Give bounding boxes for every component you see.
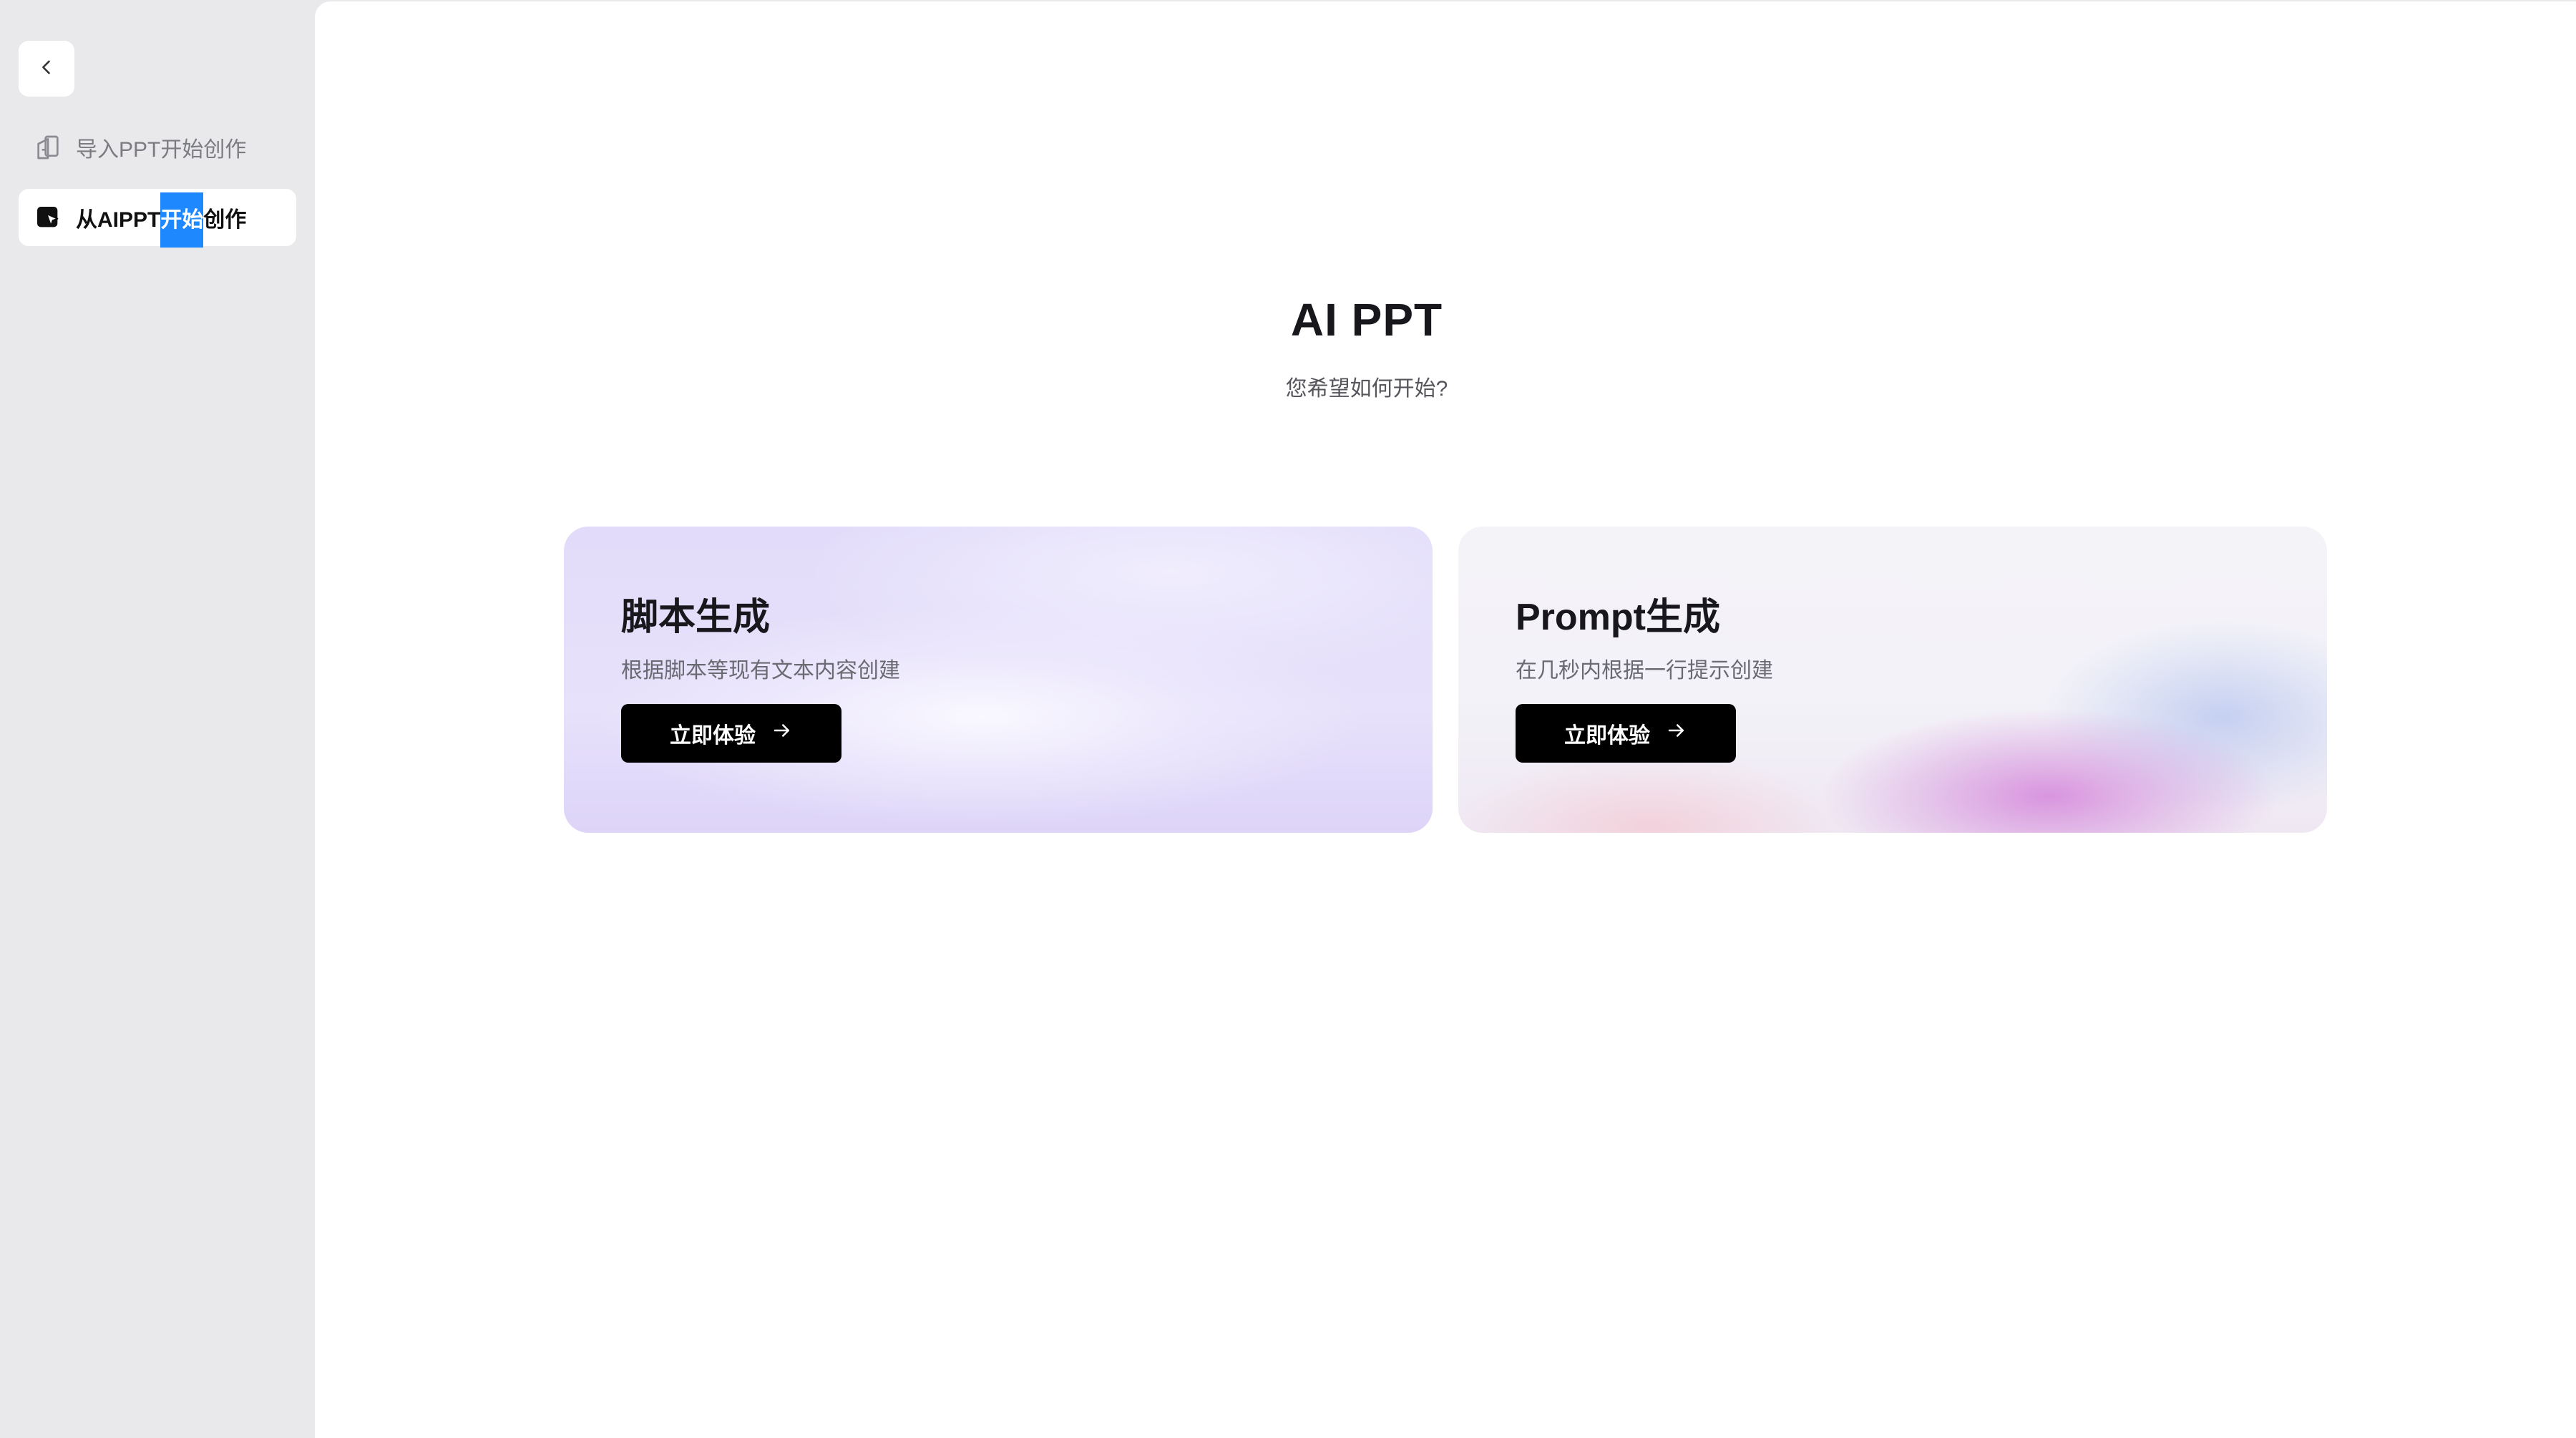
sidebar-item-label: 从AIPPT开始创作 [76, 192, 246, 248]
arrow-right-icon [771, 720, 793, 747]
card-title: Prompt生成 [1516, 597, 1721, 638]
sidebar: 导入PPT开始创作 从AIPPT开始创作 [0, 0, 315, 1438]
text-selection-highlight: 开始 [160, 192, 204, 248]
import-ppt-icon [33, 132, 63, 162]
try-now-button[interactable]: 立即体验 [621, 704, 841, 763]
card-description: 在几秒内根据一行提示创建 [1516, 659, 1773, 683]
main-content: AI PPT 您希望如何开始? 脚本生成 根据脚本等现有文本内容创建 立即体验 … [315, 1, 2576, 1438]
aippt-icon [33, 202, 63, 233]
sidebar-item-aippt[interactable]: 从AIPPT开始创作 [19, 189, 296, 248]
page-title: AI PPT [1290, 294, 1443, 346]
try-now-button[interactable]: 立即体验 [1516, 704, 1736, 763]
card-title: 脚本生成 [621, 597, 771, 638]
collapse-sidebar-button[interactable] [19, 41, 74, 97]
prompt-generation-card[interactable]: Prompt生成 在几秒内根据一行提示创建 立即体验 [1458, 527, 2327, 833]
script-generation-card[interactable]: 脚本生成 根据脚本等现有文本内容创建 立即体验 [564, 527, 1433, 833]
arrow-right-icon [1666, 720, 1687, 747]
page-subtitle: 您希望如何开始? [1285, 377, 1448, 401]
sidebar-item-label: 导入PPT开始创作 [76, 138, 247, 162]
sidebar-item-import-ppt[interactable]: 导入PPT开始创作 [19, 119, 296, 176]
chevron-left-icon [36, 57, 57, 81]
app-window: 导入PPT开始创作 从AIPPT开始创作 AI PPT 您希望如何开始? 脚本生… [0, 0, 2576, 1438]
card-description: 根据脚本等现有文本内容创建 [621, 659, 900, 683]
